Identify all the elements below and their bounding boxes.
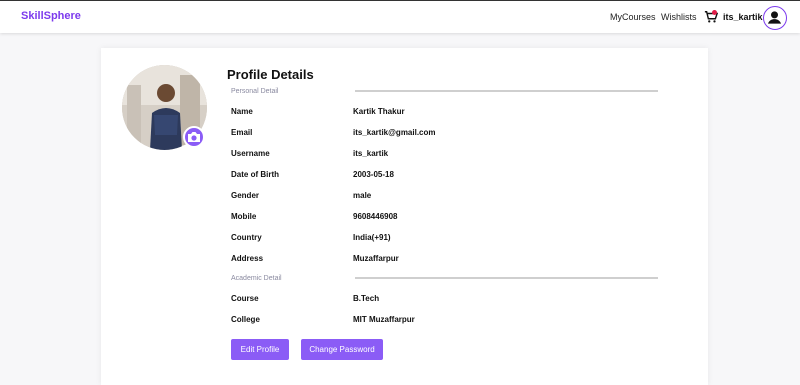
detail-key: Name [231,107,253,116]
detail-value: Kartik Thakur [353,107,405,116]
nav-link-wishlists[interactable]: Wishlists [661,12,697,22]
camera-icon [188,132,200,142]
brand-logo[interactable]: SkillSphere [21,10,81,22]
user-avatar-button[interactable] [763,6,787,30]
nav-link-mycourses[interactable]: MyCourses [610,12,656,22]
detail-key: Date of Birth [231,170,279,179]
divider [355,277,658,279]
nav-username[interactable]: its_kartik [723,12,763,22]
detail-key: Country [231,233,262,242]
detail-key: College [231,315,260,324]
detail-key: Course [231,294,259,303]
edit-profile-button[interactable]: Edit Profile [231,339,289,360]
detail-value: India(+91) [353,233,391,242]
detail-key: Username [231,149,270,158]
detail-value: 2003-05-18 [353,170,394,179]
detail-key: Address [231,254,264,263]
detail-value: its_kartik [353,149,389,158]
detail-value: male [353,191,372,200]
page-title: Profile Details [227,67,314,82]
divider [355,90,658,92]
change-photo-button[interactable] [183,126,205,148]
change-password-button[interactable]: Change Password [301,339,383,360]
detail-value: B.Tech [353,294,380,303]
profile-card: Profile Details Personal Detail Name Kar… [101,48,708,385]
detail-key: Gender [231,191,260,200]
detail-key: Mobile [231,212,257,221]
academic-detail-label: Academic Detail [231,275,282,282]
cart-badge [712,10,717,15]
personal-detail-label: Personal Detail [231,88,279,95]
detail-value: its_kartik@gmail.com [353,128,436,137]
detail-value: MIT Muzaffarpur [353,315,415,324]
detail-key: Email [231,128,253,137]
detail-value: 9608446908 [353,212,398,221]
detail-value: Muzaffarpur [353,254,399,263]
navbar: SkillSphere MyCourses Wishlists its_kart… [0,0,800,33]
user-icon [765,8,784,27]
